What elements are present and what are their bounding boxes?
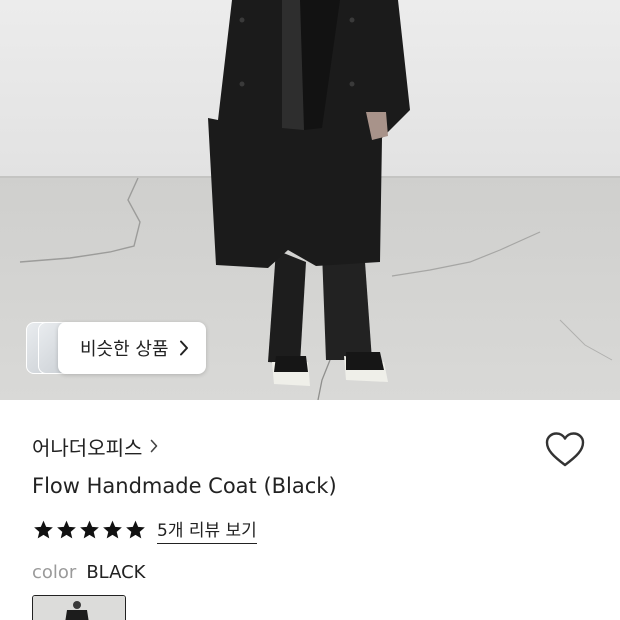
star-filled-icon [126,520,145,539]
similar-products-label: 비슷한 상품 [80,339,169,360]
review-link[interactable]: 5개 리뷰 보기 [157,516,257,544]
swatch-thumbnail [33,596,125,620]
star-filled-icon [34,520,53,539]
color-value: BLACK [86,562,146,583]
color-label: color [32,562,77,583]
star-filled-icon [80,520,99,539]
heart-outline-icon[interactable] [544,430,586,470]
rating-row: 5개 리뷰 보기 [32,516,257,544]
brand-link[interactable]: 어나더오피스 [32,432,158,460]
star-filled-icon [103,520,122,539]
color-swatch-black[interactable] [32,595,126,620]
chevron-right-icon [151,439,158,453]
rating-stars [32,519,147,541]
product-title: Flow Handmade Coat (Black) [32,474,337,498]
chevron-right-icon [179,340,188,356]
brand-name: 어나더오피스 [32,435,143,460]
similar-products-button[interactable]: 비슷한 상품 [58,322,206,374]
star-filled-icon [57,520,76,539]
color-option-row: color BLACK [32,562,146,583]
